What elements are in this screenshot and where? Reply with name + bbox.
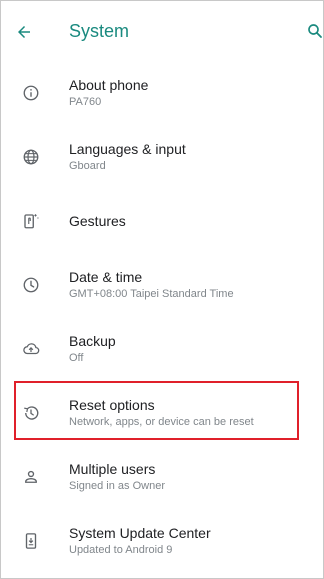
- app-bar: System: [1, 1, 323, 61]
- arrow-left-icon: [15, 23, 33, 41]
- settings-item-label: About phone: [69, 77, 149, 93]
- cloud-upload-icon: [21, 339, 41, 359]
- search-button[interactable]: [303, 19, 324, 43]
- settings-item-system-update-center[interactable]: System Update Center Updated to Android …: [1, 509, 323, 573]
- settings-item-summary: Signed in as Owner: [69, 480, 165, 492]
- settings-list: About phone PA760 Languages & input Gboa…: [1, 61, 323, 573]
- settings-item-date-time[interactable]: Date & time GMT+08:00 Taipei Standard Ti…: [1, 253, 323, 317]
- settings-item-summary: Updated to Android 9: [69, 544, 173, 556]
- settings-item-label: Backup: [69, 333, 116, 349]
- settings-item-summary: Gboard: [69, 160, 106, 172]
- settings-item-languages-input[interactable]: Languages & input Gboard: [1, 125, 323, 189]
- settings-item-summary: Off: [69, 352, 84, 364]
- settings-item-about-phone[interactable]: About phone PA760: [1, 61, 323, 125]
- settings-item-label: Multiple users: [69, 461, 156, 477]
- settings-item-summary: GMT+08:00 Taipei Standard Time: [69, 288, 234, 300]
- settings-item-backup[interactable]: Backup Off: [1, 317, 323, 381]
- settings-screen: System About phone PA760 Languages & inp…: [0, 0, 324, 579]
- settings-item-summary: Network, apps, or device can be reset: [69, 416, 254, 428]
- globe-icon: [21, 147, 41, 167]
- info-icon: [21, 83, 41, 103]
- gestures-icon: [21, 211, 41, 231]
- settings-item-gestures[interactable]: Gestures: [1, 189, 323, 253]
- settings-item-multiple-users[interactable]: Multiple users Signed in as Owner: [1, 445, 323, 509]
- person-icon: [21, 467, 41, 487]
- settings-item-label: Reset options: [69, 397, 155, 413]
- settings-item-summary: PA760: [69, 96, 102, 108]
- settings-item-reset-options[interactable]: Reset options Network, apps, or device c…: [1, 381, 323, 445]
- settings-item-label: Date & time: [69, 269, 143, 285]
- back-button[interactable]: [11, 19, 37, 45]
- clock-icon: [21, 275, 41, 295]
- system-update-icon: [21, 531, 41, 551]
- history-icon: [21, 403, 41, 423]
- settings-item-label: Languages & input: [69, 141, 186, 157]
- settings-item-label: System Update Center: [69, 525, 211, 541]
- settings-item-label: Gestures: [69, 213, 126, 229]
- search-icon: [306, 22, 324, 40]
- page-title: System: [69, 21, 130, 41]
